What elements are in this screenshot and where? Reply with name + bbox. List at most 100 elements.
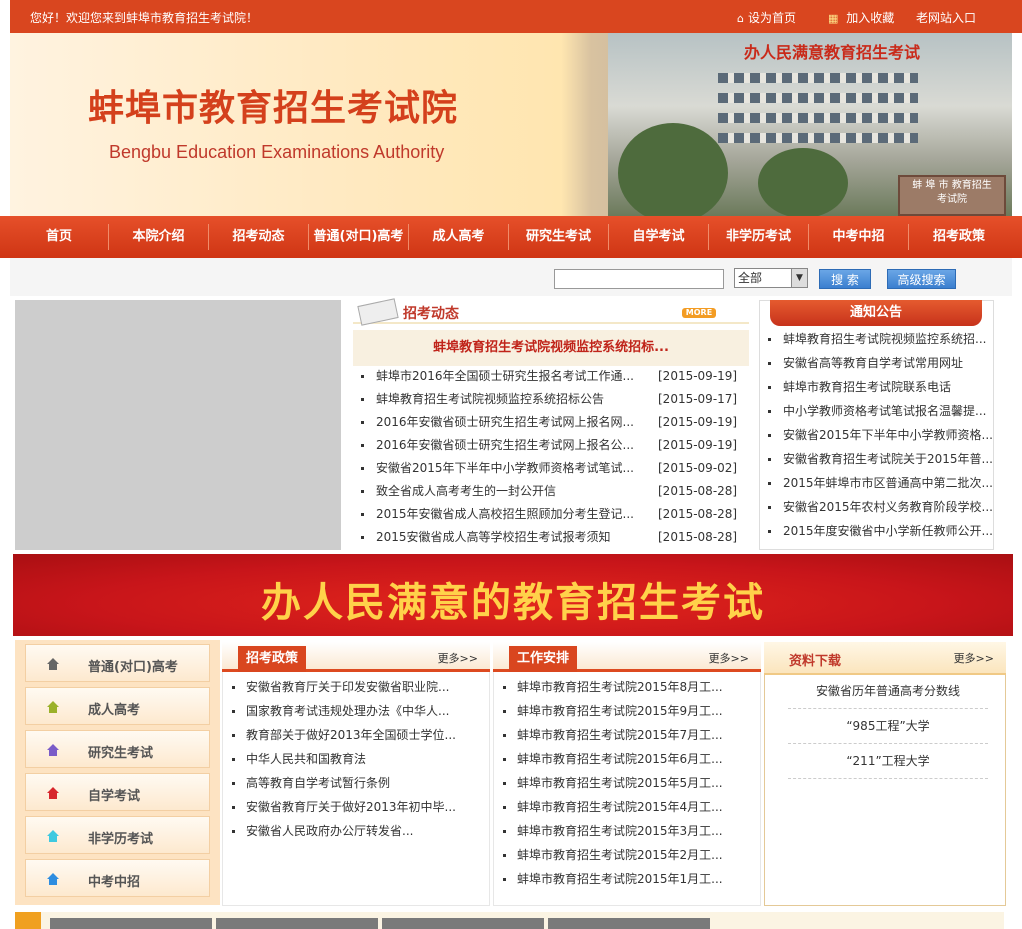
policy-item-title[interactable]: 教育部关于做好2013年全国硕士学位... xyxy=(246,723,456,747)
nav-non-degree[interactable]: 非学历考试 xyxy=(709,216,808,258)
old-site-link[interactable]: 老网站入口 xyxy=(916,9,976,26)
policy-item-title[interactable]: 高等教育自学考试暂行条例 xyxy=(246,771,390,795)
search-scope-select[interactable]: 全部 ▼ xyxy=(734,268,808,288)
notice-item-title[interactable]: 安徽省教育招生考试院关于2015年普... xyxy=(783,448,993,471)
bullet xyxy=(361,467,364,470)
download-item[interactable]: “985工程”大学 xyxy=(788,709,988,744)
left-menu-label: 普通(对口)高考 xyxy=(88,660,178,675)
policy-item: 高等教育自学考试暂行条例 xyxy=(232,771,484,795)
bullet xyxy=(768,506,771,509)
notice-item-title[interactable]: 蚌埠市教育招生考试院联系电话 xyxy=(783,376,951,399)
add-favorite-link[interactable]: ▦ 加入收藏 xyxy=(828,9,894,26)
left-menu-adult-exam[interactable]: 成人高考 xyxy=(25,687,210,725)
policy-item: 教育部关于做好2013年全国硕士学位... xyxy=(232,723,484,747)
strip-photo[interactable] xyxy=(216,918,378,929)
news-feature-headline[interactable]: 蚌埠教育招生考试院视频监控系统招标... xyxy=(353,330,749,366)
nav-home[interactable]: 首页 xyxy=(10,216,108,258)
search-button[interactable]: 搜 索 xyxy=(819,269,871,289)
notice-item-title[interactable]: 蚌埠教育招生考试院视频监控系统招... xyxy=(783,328,986,351)
policy-more-link[interactable]: 更多>> xyxy=(438,650,478,666)
left-menu-middle-school[interactable]: 中考中招 xyxy=(25,859,210,897)
left-menu-non-degree[interactable]: 非学历考试 xyxy=(25,816,210,854)
news-item-title[interactable]: 安徽省2015年下半年中小学教师资格考试笔试... xyxy=(376,457,634,480)
work-item-title[interactable]: 蚌埠市教育招生考试院2015年8月工... xyxy=(517,675,723,699)
chevron-down-icon: ▼ xyxy=(791,269,807,287)
work-item-title[interactable]: 蚌埠市教育招生考试院2015年5月工... xyxy=(517,771,723,795)
advanced-search-button[interactable]: 高级搜索 xyxy=(887,269,956,289)
main-nav: 首页 本院介绍 招考动态 普通(对口)高考 成人高考 研究生考试 自学考试 非学… xyxy=(0,216,1022,258)
policy-item-title[interactable]: 国家教育考试违规处理办法《中华人... xyxy=(246,699,449,723)
left-menu-label: 非学历考试 xyxy=(88,832,154,847)
policy-item: 国家教育考试违规处理办法《中华人... xyxy=(232,699,484,723)
strip-photo[interactable] xyxy=(50,918,212,929)
news-item-title[interactable]: 2016年安徽省硕士研究生招生考试网上报名网... xyxy=(376,411,634,434)
left-menu-self-study[interactable]: 自学考试 xyxy=(25,773,210,811)
left-menu-graduate-exam[interactable]: 研究生考试 xyxy=(25,730,210,768)
notice-item-title[interactable]: 2015年蚌埠市市区普通高中第二批次... xyxy=(783,472,993,495)
bullet xyxy=(361,536,364,539)
work-item-title[interactable]: 蚌埠市教育招生考试院2015年2月工... xyxy=(517,843,723,867)
work-item-title[interactable]: 蚌埠市教育招生考试院2015年3月工... xyxy=(517,819,723,843)
work-item-title[interactable]: 蚌埠市教育招生考试院2015年1月工... xyxy=(517,867,723,891)
left-menu-college-exam[interactable]: 普通(对口)高考 xyxy=(25,644,210,682)
news-item-title[interactable]: 2016年安徽省硕士研究生招生考试网上报名公... xyxy=(376,434,634,457)
building-window-row xyxy=(718,73,918,83)
house-icon xyxy=(47,658,59,670)
notice-item: 中小学教师资格考试笔试报名温馨提... xyxy=(768,400,990,423)
policy-item: 安徽省教育厅关于做好2013年初中毕... xyxy=(232,795,484,819)
work-item-title[interactable]: 蚌埠市教育招生考试院2015年6月工... xyxy=(517,747,723,771)
notice-item-title[interactable]: 中小学教师资格考试笔试报名温馨提... xyxy=(783,400,986,423)
home-icon: ⌂ xyxy=(737,12,744,25)
notice-item-title[interactable]: 安徽省2015年农村义务教育阶段学校... xyxy=(783,496,993,519)
left-menu-label: 成人高考 xyxy=(88,703,141,718)
nav-recruit-news[interactable]: 招考动态 xyxy=(209,216,308,258)
gate-sign-text: 蚌 埠 市 教育招生考试院 xyxy=(912,180,992,205)
news-item-title[interactable]: 致全省成人高考考生的一封公开信 xyxy=(376,480,556,503)
nav-policy[interactable]: 招考政策 xyxy=(909,216,1009,258)
downloads-more-link[interactable]: 更多>> xyxy=(954,650,994,666)
strip-photo[interactable] xyxy=(382,918,544,929)
work-item: 蚌埠市教育招生考试院2015年5月工... xyxy=(503,771,755,795)
nav-about[interactable]: 本院介绍 xyxy=(109,216,208,258)
notice-item-title[interactable]: 安徽省高等教育自学考试常用网址 xyxy=(783,352,963,375)
house-icon xyxy=(47,701,59,713)
news-item-title[interactable]: 蚌埠市2016年全国硕士研究生报名考试工作通... xyxy=(376,365,634,388)
strip-photo[interactable] xyxy=(548,918,710,929)
news-item-title[interactable]: 2015年安徽省成人高校招生照顾加分考生登记... xyxy=(376,503,634,526)
nav-adult-exam[interactable]: 成人高考 xyxy=(409,216,508,258)
policy-title: 招考政策 xyxy=(238,646,307,672)
nav-middle-school[interactable]: 中考中招 xyxy=(809,216,908,258)
policy-item-title[interactable]: 安徽省教育厅关于做好2013年初中毕... xyxy=(246,795,456,819)
notice-item: 安徽省2015年下半年中小学教师资格... xyxy=(768,424,993,447)
slogan-banner: 办人民满意的教育招生考试 xyxy=(13,554,1013,636)
tree xyxy=(618,123,728,216)
download-item[interactable]: 安徽省历年普通高考分数线 xyxy=(788,674,988,709)
notice-item-title[interactable]: 2015年度安徽省中小学新任教师公开... xyxy=(783,520,993,543)
set-home-link[interactable]: ⌂ 设为首页 xyxy=(737,9,796,26)
news-item-date: [2015-08-28] xyxy=(658,530,738,544)
news-header: 招考动态 MORE xyxy=(353,298,749,326)
nav-graduate-exam[interactable]: 研究生考试 xyxy=(509,216,608,258)
news-item-title[interactable]: 2015安徽省成人高等学校招生考试报考须知 xyxy=(376,526,611,549)
work-item-title[interactable]: 蚌埠市教育招生考试院2015年7月工... xyxy=(517,723,723,747)
slideshow-placeholder[interactable] xyxy=(15,300,341,550)
work-more-link[interactable]: 更多>> xyxy=(709,650,749,666)
notice-item: 2015年蚌埠市市区普通高中第二批次... xyxy=(768,472,993,495)
nav-college-exam[interactable]: 普通(对口)高考 xyxy=(309,216,408,258)
news-more-button[interactable]: MORE xyxy=(682,308,716,318)
work-item-title[interactable]: 蚌埠市教育招生考试院2015年9月工... xyxy=(517,699,723,723)
news-item: 蚌埠教育招生考试院视频监控系统招标公告 [2015-09-17] xyxy=(361,388,749,411)
work-item-title[interactable]: 蚌埠市教育招生考试院2015年4月工... xyxy=(517,795,723,819)
notice-item-title[interactable]: 安徽省2015年下半年中小学教师资格... xyxy=(783,424,993,447)
news-item-title[interactable]: 蚌埠教育招生考试院视频监控系统招标公告 xyxy=(376,388,604,411)
search-input[interactable] xyxy=(554,269,724,289)
policy-item-title[interactable]: 安徽省人民政府办公厅转发省... xyxy=(246,819,413,843)
top-bar: 您好！欢迎您来到蚌埠市教育招生考试院！ ⌂ 设为首页 ▦ 加入收藏 老网站入口 xyxy=(10,0,1022,33)
building-window-row xyxy=(718,133,918,143)
policy-item-title[interactable]: 安徽省教育厅关于印发安徽省职业院... xyxy=(246,675,449,699)
bullet xyxy=(232,686,235,689)
policy-item-title[interactable]: 中华人民共和国教育法 xyxy=(246,747,366,771)
download-item[interactable]: “211”工程大学 xyxy=(788,744,988,779)
nav-self-study[interactable]: 自学考试 xyxy=(609,216,708,258)
notice-item: 安徽省高等教育自学考试常用网址 xyxy=(768,352,990,375)
